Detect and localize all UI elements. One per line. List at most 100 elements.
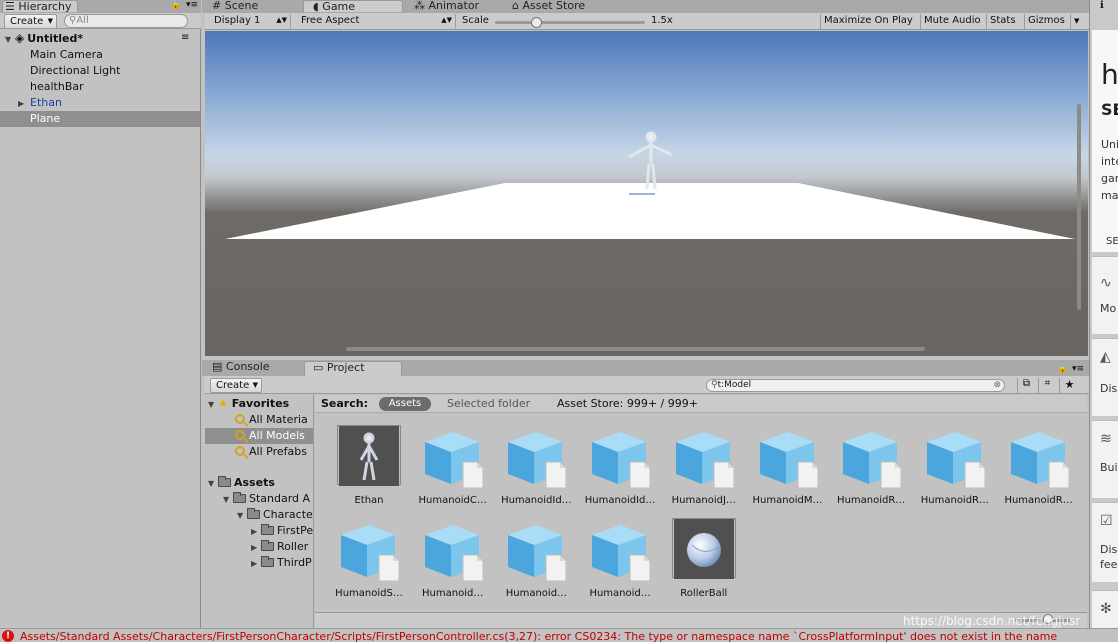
hierarchy-item-directional-light[interactable]: Directional Light	[0, 63, 200, 79]
favorite-all-prefabs[interactable]: All Prefabs	[235, 444, 313, 460]
stats-button[interactable]: Stats	[986, 14, 1022, 29]
hierarchy-item-main-camera[interactable]: Main Camera	[0, 47, 200, 63]
expand-arrow-icon[interactable]: ▼	[223, 492, 233, 507]
asset-item[interactable]: HumanoidS…	[327, 515, 407, 603]
asset-item[interactable]: HumanoidId…	[578, 422, 658, 510]
folder-standard-assets[interactable]: ▼ Standard A	[223, 491, 313, 507]
asset-item[interactable]: Humanoid…	[411, 515, 491, 603]
favorite-all-models[interactable]: All Models	[205, 428, 313, 444]
hierarchy-create-dropdown[interactable]: Create ▼	[4, 14, 57, 29]
scale-value: 1.5x	[651, 15, 673, 26]
project-tree: ▼ ★ Favorites All Materia All Models All …	[205, 395, 314, 628]
filter-by-label-icon[interactable]: ⌗	[1038, 378, 1056, 393]
asset-item[interactable]: RollerBall	[662, 515, 742, 603]
right-panel-item-3[interactable]: ≋ Bui	[1092, 420, 1118, 498]
asset-item[interactable]: HumanoidR…	[913, 422, 993, 510]
right-panel-item-5[interactable]: ✻	[1092, 590, 1118, 628]
expand-arrow-icon[interactable]: ▶	[251, 556, 261, 571]
expand-arrow-icon[interactable]: ▶	[251, 524, 261, 539]
right-panel-item-4[interactable]: ☑ Dis fee	[1092, 502, 1118, 582]
game-viewport[interactable]	[205, 31, 1088, 356]
tab-console[interactable]: ▤ Console	[212, 361, 300, 375]
asset-item[interactable]: Humanoid…	[578, 515, 658, 603]
filter-by-type-icon[interactable]: ⧉	[1017, 378, 1035, 393]
tab-animator[interactable]: ⁂ Animator	[414, 0, 504, 12]
right-panel-item-2[interactable]: ◭ Dis	[1092, 338, 1118, 416]
asset-label: RollerBall	[680, 588, 728, 599]
folder-thirdperson[interactable]: ▶ ThirdP	[251, 555, 313, 571]
clipboard-icon: ☑	[1100, 513, 1113, 529]
tab-project[interactable]: ▭ Project	[304, 361, 402, 376]
folder-icon	[247, 508, 260, 519]
scene-row[interactable]: ▼ ◈ Untitled*	[0, 30, 200, 46]
tab-scene[interactable]: # Scene	[212, 0, 296, 12]
hierarchy-item-ethan[interactable]: ▶ Ethan	[0, 95, 200, 111]
tab-hierarchy[interactable]: ☰ Hierarchy	[2, 0, 78, 12]
folder-rollerball[interactable]: ▶ Roller	[251, 539, 313, 555]
asset-item[interactable]: HumanoidJ…	[662, 422, 742, 510]
hierarchy-item-plane[interactable]: Plane	[0, 111, 200, 127]
info-icon[interactable]: ℹ	[1100, 0, 1104, 11]
project-create-dropdown[interactable]: Create ▼	[210, 378, 262, 393]
display-dropdown[interactable]: Display 1 ▲▼	[209, 14, 291, 29]
saved-search-icon	[235, 430, 245, 440]
panel-menu-icon[interactable]: ▾≡	[1072, 364, 1084, 374]
wave-icon: ∿	[1100, 275, 1112, 291]
asset-label: HumanoidId…	[501, 495, 572, 506]
asset-label: HumanoidId…	[584, 495, 656, 506]
search-icon: ⚲	[711, 380, 718, 390]
services-button[interactable]: SE	[1106, 236, 1118, 247]
mute-audio-button[interactable]: Mute Audio	[920, 14, 986, 29]
asset-item[interactable]: HumanoidId…	[494, 422, 574, 510]
asset-item[interactable]: HumanoidM…	[746, 422, 826, 510]
expand-arrow-icon[interactable]: ▼	[208, 476, 218, 491]
tab-game[interactable]: ◖ Game	[303, 0, 403, 12]
services-text-line: gam	[1101, 172, 1118, 185]
expand-arrow-icon[interactable]: ▼	[237, 508, 247, 523]
tab-asset-store[interactable]: ⌂ Asset Store	[512, 0, 622, 12]
gizmos-dropdown-icon[interactable]: ▼	[1070, 14, 1082, 29]
status-bar[interactable]: ! Assets/Standard Assets/Characters/Firs…	[0, 628, 1118, 642]
hierarchy-item-healthbar[interactable]: healthBar	[0, 79, 200, 95]
panel-menu-icon[interactable]: ▾≡	[186, 0, 198, 10]
asset-item[interactable]: HumanoidC…	[411, 422, 491, 510]
expand-arrow-icon[interactable]: ▶	[18, 96, 30, 112]
project-search-input[interactable]: ⚲t:Model ⊗	[706, 379, 1005, 392]
scale-slider-track[interactable]	[495, 21, 645, 24]
expand-arrow-icon[interactable]: ▼	[5, 32, 15, 48]
spinner-icon: ✻	[1100, 601, 1112, 617]
expand-arrow-icon[interactable]: ▼	[208, 397, 218, 412]
assets-header[interactable]: ▼ Assets	[208, 475, 275, 491]
asset-label: HumanoidJ…	[671, 495, 736, 506]
viewport-vertical-scrollbar[interactable]	[1077, 104, 1081, 310]
lock-icon[interactable]: 🔒	[1057, 364, 1068, 374]
lock-icon[interactable]: 🔒	[170, 0, 181, 10]
expand-arrow-icon[interactable]: ▶	[251, 540, 261, 555]
asset-item[interactable]: Humanoid…	[494, 515, 574, 603]
clear-search-icon[interactable]: ⊗	[993, 380, 1001, 391]
scene-menu-icon[interactable]: ≡	[181, 32, 189, 43]
scope-selected-folder-button[interactable]: Selected folder	[447, 397, 530, 410]
asset-item[interactable]: HumanoidR…	[829, 422, 909, 510]
hierarchy-search-input[interactable]: ⚲All	[64, 14, 188, 28]
maximize-on-play-button[interactable]: Maximize On Play	[820, 14, 918, 29]
error-icon: !	[2, 630, 14, 642]
favorite-star-icon[interactable]: ★	[1059, 378, 1079, 393]
asset-store-count[interactable]: Asset Store: 999+ / 999+	[557, 397, 698, 410]
aspect-dropdown[interactable]: Free Aspect ▲▼	[296, 14, 456, 29]
favorites-header[interactable]: ▼ ★ Favorites	[208, 396, 289, 412]
asset-item[interactable]: HumanoidR…	[997, 422, 1077, 510]
asset-item[interactable]: Ethan	[327, 422, 407, 510]
game-scene-render	[225, 131, 1075, 239]
viewport-horizontal-scrollbar[interactable]	[346, 347, 925, 351]
folder-characters[interactable]: ▼ Characte	[237, 507, 313, 523]
scale-slider-thumb[interactable]	[530, 17, 542, 28]
favorite-all-materials[interactable]: All Materia	[235, 412, 313, 428]
gizmos-button[interactable]: Gizmos	[1024, 14, 1070, 29]
grid-icon: #	[212, 0, 222, 12]
right-panel-item-1[interactable]: ∿ Mo	[1092, 256, 1118, 334]
folder-firstperson[interactable]: ▶ FirstPe	[251, 523, 313, 539]
asset-label: Humanoid…	[422, 588, 484, 599]
error-message[interactable]: Assets/Standard Assets/Characters/FirstP…	[20, 630, 1057, 642]
scope-assets-button[interactable]: Assets	[379, 397, 431, 411]
